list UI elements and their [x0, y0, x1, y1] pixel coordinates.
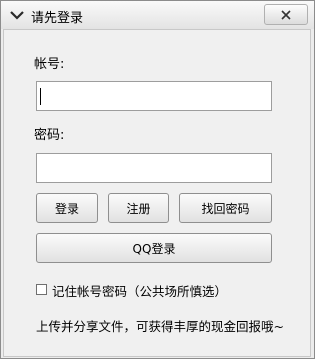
title-bar[interactable]: 请先登录 — [1, 1, 314, 29]
chevron-down-icon — [10, 11, 24, 20]
password-field[interactable] — [36, 153, 272, 183]
text-caret — [40, 88, 41, 105]
register-button[interactable]: 注册 — [108, 193, 169, 223]
remember-label[interactable]: 记住帐号密码（公共场所慎选） — [52, 281, 227, 300]
close-button[interactable] — [264, 4, 308, 25]
close-icon — [281, 9, 291, 20]
remember-checkbox[interactable] — [36, 284, 47, 295]
account-input[interactable] — [37, 82, 271, 110]
recover-password-button[interactable]: 找回密码 — [179, 193, 272, 223]
password-input[interactable] — [37, 154, 271, 182]
account-label: 帐号: — [34, 57, 65, 72]
promo-text: 上传并分享文件，可获得丰厚的现金回报哦~ — [36, 319, 284, 334]
password-label: 密码: — [34, 128, 65, 143]
login-window: 请先登录 帐号: 密码: 登录 注册 找回密码 QQ登录 记住帐号密码（公共场所… — [0, 0, 315, 359]
login-button[interactable]: 登录 — [36, 193, 98, 223]
account-field[interactable] — [36, 81, 272, 111]
window-title: 请先登录 — [31, 11, 84, 26]
qq-login-button[interactable]: QQ登录 — [36, 233, 272, 263]
